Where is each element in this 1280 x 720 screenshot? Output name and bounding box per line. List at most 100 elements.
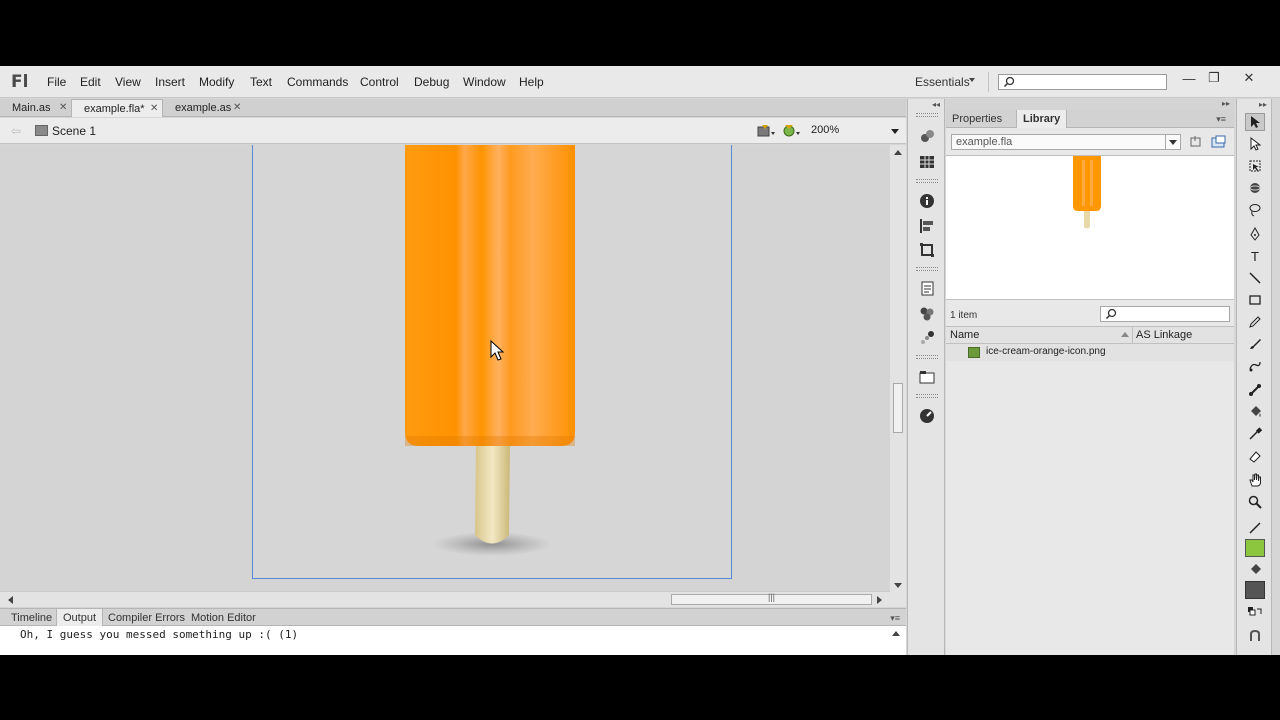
library-document-select[interactable]: example.fla [951, 134, 1181, 150]
scroll-left-icon[interactable] [8, 596, 13, 604]
stroke-color-swatch[interactable] [1245, 539, 1265, 557]
bone-tool-icon[interactable] [1245, 381, 1265, 399]
edit-scene-icon[interactable] [781, 123, 801, 139]
scroll-right-icon[interactable] [877, 596, 882, 604]
menu-insert[interactable]: Insert [155, 75, 185, 89]
new-library-panel-icon[interactable] [1211, 135, 1227, 149]
color-panel-icon[interactable] [918, 127, 936, 145]
3d-rotation-tool-icon[interactable] [1245, 179, 1265, 197]
swatches-icon[interactable] [918, 153, 936, 171]
scroll-up-icon[interactable] [892, 631, 900, 636]
tab-output[interactable]: Output [56, 609, 104, 626]
menu-help[interactable]: Help [519, 75, 544, 89]
motion-presets-icon[interactable] [918, 329, 936, 347]
close-icon[interactable]: ✕ [59, 102, 67, 113]
components-icon[interactable] [918, 305, 936, 323]
tab-timeline[interactable]: Timeline [5, 609, 58, 626]
snap-to-objects-icon[interactable] [1245, 627, 1265, 645]
scroll-thumb[interactable]: ||| [671, 592, 872, 605]
zoom-tool-icon[interactable] [1245, 493, 1265, 511]
menu-control[interactable]: Control [360, 75, 399, 89]
subselection-tool-icon[interactable] [1245, 135, 1265, 153]
stage-pasteboard[interactable] [0, 145, 890, 591]
transform-icon[interactable] [918, 241, 936, 259]
menu-file[interactable]: File [47, 75, 66, 89]
align-icon[interactable] [918, 217, 936, 235]
swap-colors-icon[interactable] [1245, 603, 1265, 621]
eraser-tool-icon[interactable] [1245, 447, 1265, 465]
tab-motion-editor[interactable]: Motion Editor [185, 609, 262, 626]
minimize-button[interactable]: — [1178, 69, 1200, 87]
history-icon[interactable] [918, 407, 936, 425]
scroll-thumb[interactable] [893, 383, 903, 433]
menu-edit[interactable]: Edit [80, 75, 101, 89]
scene-bar: ⇦ Scene 1 200% [0, 118, 906, 144]
brush-tool-icon[interactable] [1245, 335, 1265, 353]
close-button[interactable]: ✕ [1238, 69, 1260, 87]
column-divider[interactable] [1132, 327, 1133, 343]
collapse-icon[interactable]: ▸▸ [1259, 100, 1267, 109]
library-column-header: Name AS Linkage [946, 326, 1234, 344]
menu-debug[interactable]: Debug [414, 75, 449, 89]
maximize-button[interactable]: ❐ [1203, 69, 1225, 87]
menu-bar: Fl File Edit View Insert Modify Text Com… [0, 66, 1280, 98]
workspace-switcher[interactable]: Essentials [915, 75, 970, 89]
paint-bucket-tool-icon[interactable] [1245, 403, 1265, 421]
collapse-icon[interactable]: ◂◂ [932, 100, 940, 109]
project-icon[interactable] [918, 368, 936, 386]
info-icon[interactable] [918, 192, 936, 210]
menu-text[interactable]: Text [250, 75, 272, 89]
vertical-scrollbar[interactable] [890, 145, 906, 591]
fill-color-icon[interactable] [1245, 561, 1265, 579]
close-icon[interactable]: ✕ [150, 103, 158, 114]
edit-symbols-icon[interactable] [756, 123, 776, 139]
collapse-icon[interactable]: ▸▸ [1222, 99, 1230, 108]
panel-menu-icon[interactable]: ▾≡ [890, 613, 900, 624]
tab-library[interactable]: Library [1016, 110, 1068, 128]
tab-properties[interactable]: Properties [946, 110, 1008, 128]
tab-compiler-errors[interactable]: Compiler Errors [102, 609, 191, 626]
hand-tool-icon[interactable] [1245, 471, 1265, 489]
scroll-down-icon[interactable] [894, 583, 902, 588]
chevron-down-icon [1165, 135, 1180, 149]
scroll-up-icon[interactable] [894, 150, 902, 155]
chevron-down-icon [891, 129, 899, 134]
menu-window[interactable]: Window [463, 75, 506, 89]
tools-panel: ▸▸ T [1236, 99, 1272, 655]
pen-tool-icon[interactable] [1245, 225, 1265, 243]
rectangle-tool-icon[interactable] [1245, 291, 1265, 309]
menu-commands[interactable]: Commands [287, 75, 348, 89]
pencil-tool-icon[interactable] [1245, 313, 1265, 331]
horizontal-scrollbar[interactable]: ||| [0, 591, 890, 607]
column-name[interactable]: Name [950, 329, 979, 341]
tab-example-as[interactable]: example.as ✕ [163, 99, 247, 117]
eyedropper-tool-icon[interactable] [1245, 425, 1265, 443]
free-transform-tool-icon[interactable] [1245, 157, 1265, 175]
menu-modify[interactable]: Modify [199, 75, 234, 89]
code-snippets-icon[interactable] [918, 280, 936, 298]
bitmap-icon [968, 347, 980, 358]
library-search-input[interactable] [1100, 306, 1230, 322]
column-as-linkage[interactable]: AS Linkage [1136, 329, 1192, 341]
menu-view[interactable]: View [115, 75, 141, 89]
help-search-input[interactable] [998, 74, 1167, 90]
deco-tool-icon[interactable] [1245, 357, 1265, 375]
tab-example-fla[interactable]: example.fla* ✕ [71, 99, 163, 117]
stage[interactable] [252, 145, 732, 579]
lasso-tool-icon[interactable] [1245, 201, 1265, 219]
stroke-color-icon[interactable] [1245, 519, 1265, 537]
library-item[interactable]: ice-cream-orange-icon.png [946, 344, 1234, 361]
selection-tool-icon[interactable] [1245, 113, 1265, 131]
line-tool-icon[interactable] [1245, 269, 1265, 287]
arrow-left-icon[interactable]: ⇦ [11, 124, 21, 138]
text-tool-icon[interactable]: T [1245, 247, 1265, 265]
output-panel[interactable]: Oh, I guess you messed something up :( (… [0, 626, 906, 655]
fill-color-swatch[interactable] [1245, 581, 1265, 599]
panel-menu-icon[interactable]: ▾≡ [1216, 114, 1226, 125]
close-icon[interactable]: ✕ [233, 102, 241, 113]
pin-library-icon[interactable] [1188, 135, 1204, 149]
zoom-select[interactable]: 200% [806, 122, 902, 140]
tab-main-as[interactable]: Main.as ✕ [0, 99, 71, 117]
sort-ascending-icon[interactable] [1121, 332, 1129, 337]
mouse-cursor-icon [490, 340, 505, 361]
